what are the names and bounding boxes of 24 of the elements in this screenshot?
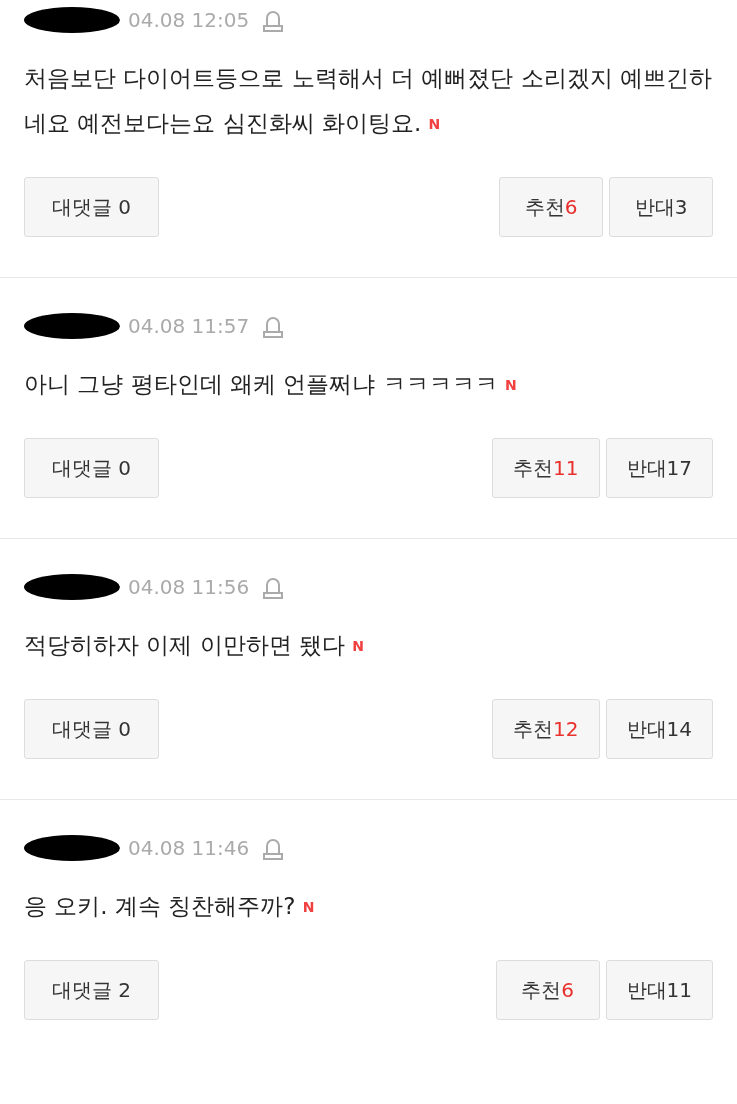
dislike-button[interactable]: 반대14	[605, 699, 713, 759]
reply-button[interactable]: 대댓글 2	[24, 960, 159, 1020]
dislike-button[interactable]: 반대11	[605, 960, 713, 1020]
dislike-button[interactable]: 반대17	[605, 438, 713, 498]
dislike-button[interactable]: 반대3	[609, 177, 713, 237]
comment-time: 04.08 12:05	[128, 8, 250, 32]
comment-text: 응 오키. 계속 칭찬해주까? N	[24, 892, 316, 921]
reply-button[interactable]: 대댓글 0	[24, 438, 159, 498]
comment-time: 04.08 11:56	[128, 575, 250, 599]
comment-text: 처음보단 다이어트등으로 노력해서 더 예뻐졌단 소리겠지 예쁘긴하네요 예전보다는요 심진화씨 화이팅요. N	[24, 64, 713, 138]
siren-icon[interactable]	[263, 8, 284, 32]
comment-time: 04.08 11:57	[128, 314, 250, 338]
comment-time: 04.08 11:46	[128, 836, 250, 860]
siren-icon[interactable]	[263, 836, 284, 860]
siren-icon[interactable]	[263, 314, 284, 338]
like-button[interactable]: 추천12	[492, 699, 600, 759]
reply-button[interactable]: 대댓글 0	[24, 699, 159, 759]
reply-button[interactable]: 대댓글 0	[24, 177, 159, 237]
like-button[interactable]: 추천11	[492, 438, 600, 498]
like-button[interactable]: 추천6	[499, 177, 603, 237]
like-button[interactable]: 추천6	[495, 960, 600, 1020]
comment-text: 적당히하자 이제 이만하면 됐다 N	[24, 631, 365, 660]
siren-icon[interactable]	[263, 575, 284, 599]
comment-text: 아니 그냥 평타인데 왜케 언플쩌냐 ㅋㅋㅋㅋㅋ N	[24, 370, 518, 399]
